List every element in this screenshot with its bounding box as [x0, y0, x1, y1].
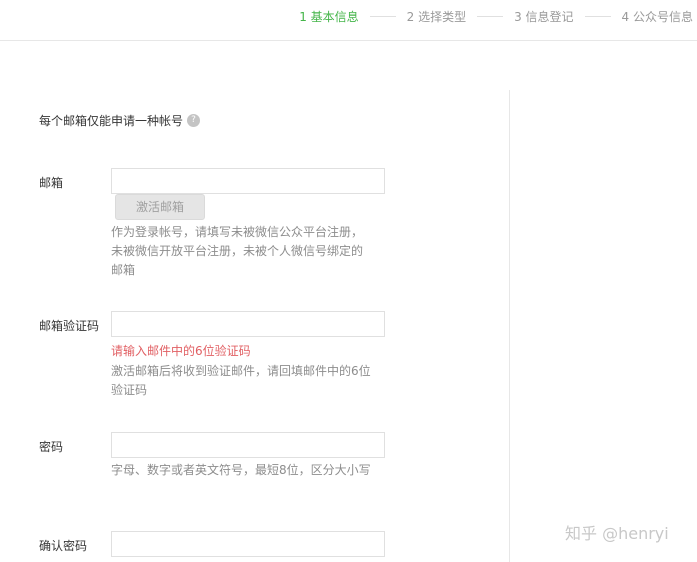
code-input[interactable]: [111, 311, 385, 337]
step-divider: [477, 16, 504, 17]
step-account-info: 4 公众号信息: [621, 10, 693, 24]
step-divider: [369, 16, 396, 17]
password-tip: 字母、数字或者英文符号，最短8位，区分大小写: [111, 463, 371, 477]
email-label: 邮箱: [39, 176, 64, 190]
notice: 每个邮箱仅能申请一种帐号 ?: [39, 112, 201, 129]
notice-text: 每个邮箱仅能申请一种帐号: [39, 114, 184, 128]
code-label: 邮箱验证码: [39, 319, 100, 333]
email-tip: 作为登录帐号，请填写未被微信公众平台注册，未被微信开放平台注册，未被个人微信号绑…: [111, 225, 364, 277]
watermark: 知乎 @henryi: [565, 524, 669, 543]
confirm-password-label: 确认密码: [39, 539, 88, 553]
help-icon[interactable]: ?: [187, 114, 201, 127]
step-indicator: 1 基本信息 2 选择类型 3 信息登记 4 公众号信息: [299, 8, 693, 25]
step-basic-info: 1 基本信息: [299, 10, 359, 24]
step-registration: 3 信息登记: [514, 10, 574, 24]
password-input[interactable]: [111, 432, 385, 458]
code-error: 请输入邮件中的6位验证码: [111, 344, 251, 358]
step-select-type: 2 选择类型: [406, 10, 467, 24]
confirm-password-input[interactable]: [111, 531, 385, 557]
password-label: 密码: [39, 440, 64, 454]
email-input[interactable]: [111, 168, 385, 194]
code-tip: 激活邮箱后将收到验证邮件，请回填邮件中的6位验证码: [111, 364, 371, 397]
step-divider: [584, 16, 611, 17]
header-divider: [0, 40, 697, 41]
activate-email-button[interactable]: 激活邮箱: [115, 194, 205, 220]
column-divider: [509, 90, 510, 562]
